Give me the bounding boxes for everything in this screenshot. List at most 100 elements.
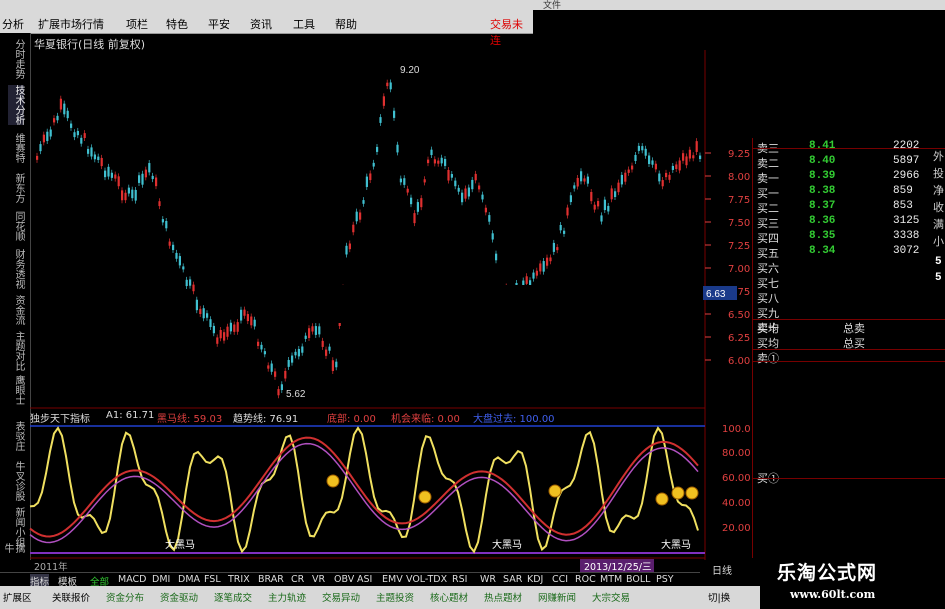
- candle: [124, 189, 127, 204]
- candle: [450, 171, 453, 181]
- tab-asi[interactable]: ASI: [357, 574, 372, 585]
- candle: [223, 329, 226, 344]
- price-tick: 7.00: [728, 264, 750, 275]
- candle: [593, 201, 596, 213]
- tab-emv[interactable]: EMV: [382, 574, 403, 585]
- candle: [637, 142, 640, 154]
- candle: [620, 171, 623, 188]
- indicator-name[interactable]: 独步天下指标: [30, 410, 90, 425]
- tab-sar[interactable]: SAR: [503, 574, 522, 585]
- tab-cr[interactable]: CR: [291, 574, 304, 585]
- candle: [277, 386, 280, 399]
- candle: [430, 146, 433, 159]
- candle: [393, 107, 396, 121]
- tab-brar[interactable]: BRAR: [258, 574, 284, 585]
- tab-wr[interactable]: WR: [480, 574, 496, 585]
- tab-cci[interactable]: CCI: [552, 574, 568, 585]
- candle: [107, 163, 110, 180]
- candle: [590, 188, 593, 205]
- candle: [192, 281, 195, 295]
- price-tick: 8.00: [728, 172, 750, 183]
- candle: [46, 128, 49, 144]
- quote-label: 买六: [757, 264, 779, 276]
- candle: [168, 238, 171, 249]
- tab-dma[interactable]: DMA: [178, 574, 200, 585]
- candle: [467, 184, 470, 200]
- high-label: 9.20: [400, 65, 420, 76]
- price-tick: 6.00: [728, 356, 750, 367]
- bottom-tab[interactable]: 核心题材: [430, 590, 468, 604]
- quote-label: 买八: [757, 294, 779, 306]
- bottom-tab[interactable]: 资金分布: [106, 590, 144, 604]
- bottom-tab[interactable]: 主力轨迹: [268, 590, 306, 604]
- candle: [576, 174, 579, 190]
- signal-ball: [326, 474, 340, 488]
- candle: [478, 182, 481, 193]
- bottom-tab[interactable]: 交易异动: [322, 590, 360, 604]
- tab-mtm[interactable]: MTM: [600, 574, 622, 585]
- candle: [433, 156, 436, 167]
- candle: [525, 273, 528, 287]
- bottom-tab[interactable]: 热点题材: [484, 590, 522, 604]
- tab-obv[interactable]: OBV: [334, 574, 354, 585]
- tab-macd[interactable]: MACD: [118, 574, 146, 585]
- candle: [355, 208, 358, 225]
- candle: [376, 143, 379, 155]
- tab-boll[interactable]: BOLL: [626, 574, 650, 585]
- candle: [471, 176, 474, 193]
- candle: [648, 152, 651, 168]
- a1-line: [29, 426, 699, 554]
- tab-rsi[interactable]: RSI: [452, 574, 467, 585]
- candle: [175, 249, 178, 262]
- candle: [488, 212, 491, 225]
- switch-button[interactable]: 切|换: [708, 590, 730, 604]
- candle: [155, 174, 158, 190]
- bottom-tab[interactable]: 网赚新闻: [538, 590, 576, 604]
- candle: [104, 167, 107, 181]
- annot-3: 大黑马: [661, 538, 691, 551]
- candle: [158, 198, 161, 210]
- candle: [243, 306, 246, 319]
- tab-vr[interactable]: VR: [312, 574, 325, 585]
- bottom-tab[interactable]: 主题投资: [376, 590, 414, 604]
- candle: [389, 79, 392, 93]
- candle: [532, 269, 535, 282]
- bottom-tab[interactable]: 扩展区: [3, 590, 32, 604]
- tab-psy[interactable]: PSY: [656, 574, 674, 585]
- indicator-jihui: 机会来临: 0.00: [391, 414, 460, 425]
- bottom-tab[interactable]: 逐笔成交: [214, 590, 252, 604]
- candle: [624, 169, 627, 185]
- candle: [229, 319, 232, 335]
- candle: [549, 254, 552, 265]
- candle: [80, 134, 83, 147]
- candle: [474, 170, 477, 184]
- period-label[interactable]: 日线: [712, 562, 732, 577]
- tab-roc[interactable]: ROC: [575, 574, 596, 585]
- candle: [240, 306, 243, 324]
- tab-dmi[interactable]: DMI: [152, 574, 170, 585]
- tab-vol-tdx[interactable]: VOL-TDX: [406, 574, 447, 585]
- tab-trix[interactable]: TRIX: [228, 574, 250, 585]
- candle: [600, 212, 603, 225]
- candle: [274, 368, 277, 380]
- candle: [110, 169, 113, 181]
- candle: [535, 267, 538, 279]
- candle: [76, 127, 79, 139]
- candle: [141, 170, 144, 188]
- tab-kdj[interactable]: KDJ: [527, 574, 543, 585]
- quote-price: 8.40: [809, 155, 836, 167]
- bottom-tab[interactable]: 关联报价: [52, 590, 90, 604]
- candle: [481, 191, 484, 203]
- bottom-tab[interactable]: 资金驱动: [160, 590, 198, 604]
- bottom-tab[interactable]: 大宗交易: [592, 590, 630, 604]
- tab-fsl[interactable]: FSL: [204, 574, 221, 585]
- candle: [379, 114, 382, 126]
- candle: [301, 343, 304, 356]
- indicator-tick: 80.00: [722, 448, 751, 459]
- signal-ball: [548, 484, 562, 498]
- indicator-tick: 40.00: [722, 498, 751, 509]
- candle: [583, 175, 586, 185]
- indicator-trend: 趋势线: 76.91: [233, 414, 299, 425]
- candle: [386, 79, 389, 90]
- candle: [580, 168, 583, 185]
